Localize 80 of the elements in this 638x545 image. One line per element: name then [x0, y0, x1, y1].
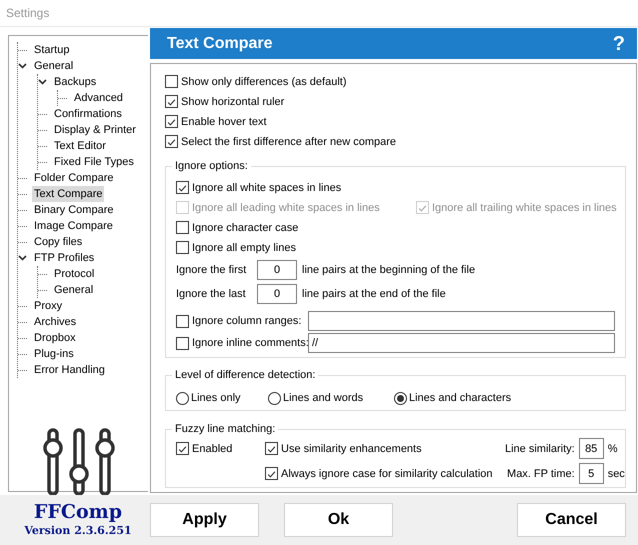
checkbox-label: Enable hover text [181, 116, 267, 128]
unit-label: sec [608, 468, 626, 480]
tree-item[interactable]: Plug-ins [32, 346, 76, 362]
app-logo: FFComp [34, 501, 122, 523]
checkbox-label: Use similarity enhancements [281, 442, 422, 454]
number-field[interactable]: 5 [578, 463, 604, 484]
number-field[interactable]: 0 [257, 260, 297, 280]
number-field[interactable]: 0 [257, 284, 297, 304]
tree-item[interactable]: Dropbox [32, 330, 78, 346]
checkbox[interactable] [176, 314, 189, 328]
checkbox[interactable] [265, 442, 278, 455]
tree-item[interactable]: Archives [32, 314, 78, 330]
tree-item[interactable]: Advanced [72, 90, 125, 106]
radio-label: Lines only [191, 392, 241, 404]
unit-label: % [608, 442, 618, 454]
checkbox[interactable] [176, 181, 189, 194]
dialog-button[interactable]: Ok [284, 503, 393, 537]
tree-item[interactable]: Text Compare [32, 186, 104, 202]
checkbox-label: Ignore inline comments: [192, 337, 309, 349]
checkbox[interactable] [176, 442, 189, 455]
tree-item[interactable]: Proxy [32, 298, 64, 314]
tree-item[interactable]: Confirmations [52, 106, 124, 122]
tree-item[interactable]: Backups [52, 74, 98, 90]
tree-item[interactable]: Image Compare [32, 218, 115, 234]
radio-button[interactable] [176, 392, 189, 404]
checkbox-label: Ignore all leading white spaces in lines [192, 202, 380, 214]
tree-item[interactable]: General [32, 58, 76, 74]
tree-item[interactable]: Error Handling [32, 362, 107, 378]
tree-item[interactable]: General [52, 282, 96, 298]
tree-item[interactable]: Text Editor [52, 138, 108, 154]
field-label: Ignore the last [176, 288, 247, 300]
tree-item[interactable]: Startup [32, 42, 72, 58]
chevron-down-icon[interactable] [18, 255, 27, 261]
tree-item[interactable]: Folder Compare [32, 170, 116, 186]
checkbox[interactable] [176, 221, 189, 234]
panel-title: Text Compare [167, 34, 273, 52]
checkbox-label: Show only differences (as default) [181, 76, 346, 88]
checkbox-label: Always ignore case for similarity calculation [281, 468, 493, 480]
radio-label: Lines and words [283, 392, 364, 404]
group-legend: Fuzzy line matching: [172, 423, 278, 436]
dialog-button[interactable]: Cancel [517, 503, 626, 537]
field-suffix: line pairs at the end of the file [302, 288, 446, 300]
field-suffix: line pairs at the beginning of the file [302, 264, 476, 276]
checkbox[interactable] [265, 467, 278, 480]
checkbox[interactable] [176, 241, 189, 254]
field-label: Max. FP time: [507, 468, 575, 480]
checkbox[interactable] [165, 135, 178, 148]
checkbox-label: Select the first difference after new compare [181, 136, 396, 148]
checkbox-label: Ignore column ranges: [192, 315, 302, 327]
window-title: Settings [5, 5, 50, 22]
checkbox[interactable] [165, 95, 178, 108]
input-field[interactable] [308, 311, 615, 331]
checkbox-label: Enabled [192, 442, 232, 454]
checkbox-label: Ignore all empty lines [192, 242, 296, 254]
chevron-down-icon[interactable] [38, 79, 47, 85]
tree-item[interactable]: FTP Profiles [32, 250, 96, 266]
radio-button[interactable] [268, 392, 281, 404]
help-icon[interactable]: ? [612, 32, 625, 56]
input-field[interactable]: // [308, 333, 615, 353]
chevron-down-icon[interactable] [18, 63, 27, 69]
tree-item[interactable]: Fixed File Types [52, 154, 136, 170]
number-field[interactable]: 85 [578, 438, 604, 459]
tree-item[interactable]: Binary Compare [32, 202, 116, 218]
tree-item[interactable]: Display & Printer [52, 122, 138, 138]
checkbox-label: Show horizontal ruler [181, 96, 284, 108]
radio-label: Lines and characters [409, 392, 512, 404]
tree-item[interactable]: Copy files [32, 234, 84, 250]
group-legend: Ignore options: [172, 160, 251, 173]
radio-button[interactable] [394, 392, 407, 404]
tree-item[interactable]: Protocol [52, 266, 96, 282]
field-label: Line similarity: [505, 442, 575, 454]
checkbox[interactable] [165, 75, 178, 88]
checkbox[interactable] [165, 115, 178, 128]
dialog-button[interactable]: Apply [150, 503, 259, 537]
version-text: Version 2.3.6.251 [24, 523, 132, 539]
checkbox[interactable] [176, 336, 189, 350]
checkbox-label: Ignore all trailing white spaces in lines [432, 202, 617, 214]
field-label: Ignore the first [176, 264, 248, 276]
checkbox-label: Ignore character case [192, 222, 298, 234]
checkbox-label: Ignore all white spaces in lines [192, 182, 342, 194]
